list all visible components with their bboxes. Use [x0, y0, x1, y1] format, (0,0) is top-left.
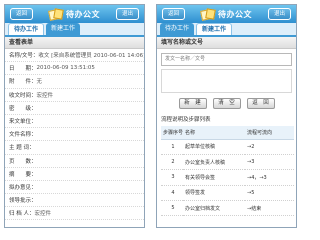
field-label: 附 件： [9, 79, 37, 86]
field-label: 收文时间： [9, 92, 37, 99]
step-next: →4，→3 [245, 169, 294, 186]
section-title: 填写名称或文号 [157, 37, 296, 49]
form-row-sender-unit: 来文单位： [5, 115, 144, 129]
tab-new-work[interactable]: 新建工作 [46, 23, 81, 35]
tab-bar: 待办工作 新建工作 [5, 23, 144, 37]
table-row: 5 办公室归档发文 →结束 [161, 200, 294, 217]
clear-button[interactable]: 清 空 [212, 98, 241, 109]
step-name: 有关领导会签 [183, 169, 245, 186]
table-row: 3 有关领导会签 →4，→3 [161, 169, 294, 186]
step-no: 5 [161, 200, 183, 217]
input-area[interactable] [161, 69, 292, 93]
tab-new-work[interactable]: 新建工作 [196, 23, 233, 35]
form-row-date: 日 期： 2010-06-09 13:51:05 [5, 62, 144, 76]
table-row: 2 办公室负责人核稿 →3 [161, 154, 294, 171]
field-label: 来文单位： [9, 119, 37, 126]
form-row-proposed-opinion: 拟办意见： [5, 181, 144, 195]
form-row-attachment: 附 件：无 [5, 75, 144, 89]
title-bar: 返回 待办公文 退出 [5, 5, 144, 23]
form-row-summary: 摘 要： [5, 168, 144, 181]
page-title: 待办公文 [218, 9, 252, 19]
column-header-name: 名称 [183, 126, 245, 140]
field-label: 摘 要： [9, 171, 37, 178]
title-bar: 返回 待办公文 退出 [157, 5, 296, 23]
field-value: 2010-06-09 13:51:05 [36, 65, 95, 72]
form-row-file-name: 文件名称： [5, 128, 144, 142]
form-row-name: 名称/文号： 收文 [来自系统管理员 2010-06-01 14:06] [5, 49, 144, 63]
return-button[interactable]: 返 回 [246, 98, 275, 109]
exit-button[interactable]: 退出 [115, 8, 139, 20]
table-row: 1 起草单位核稿 →2 [161, 139, 294, 155]
tab-pending-work[interactable]: 待办工作 [160, 23, 195, 35]
back-button[interactable]: 返回 [10, 8, 34, 20]
step-next: →2 [245, 139, 294, 155]
field-value: 宏控件 [34, 211, 52, 218]
step-name: 领导签发 [183, 185, 245, 202]
name-number-input[interactable]: 发文一名称／文号 [161, 53, 292, 66]
field-label: 主 题 词： [9, 145, 35, 152]
field-value: 无 [36, 79, 43, 86]
table-row: 4 领导签发 →5 [161, 185, 294, 202]
field-label: 领导批示： [9, 198, 37, 205]
form-row-subject: 主 题 词： [5, 141, 144, 155]
field-label: 名称/文号： [9, 53, 39, 60]
step-next: →3 [245, 154, 294, 171]
field-label: 归 档 人： [9, 211, 35, 218]
step-no: 2 [161, 154, 183, 171]
action-buttons: 新 建 清 空 返 回 [157, 98, 296, 109]
title-group: 待办公文 [48, 7, 100, 21]
new-button[interactable]: 新 建 [178, 98, 207, 109]
field-value: 宏控件 [36, 92, 54, 99]
field-label: 日 期： [9, 66, 37, 73]
form-row-archiver: 归 档 人： 宏控件 [5, 207, 144, 221]
title-group: 待办公文 [200, 7, 252, 21]
step-name: 办公室归档发文 [183, 200, 245, 217]
form-list: 名称/文号： 收文 [来自系统管理员 2010-06-01 14:06] 日 期：… [5, 49, 144, 221]
back-button[interactable]: 返回 [162, 8, 186, 20]
page-title: 待办公文 [66, 9, 100, 19]
step-name: 办公室负责人核稿 [183, 154, 245, 171]
form-row-pages: 页 数： [5, 155, 144, 168]
step-next: →5 [245, 185, 294, 202]
step-no: 3 [161, 169, 183, 186]
tab-pending-work[interactable]: 待办工作 [8, 23, 45, 35]
documents-icon [200, 7, 216, 21]
form-row-leader-instruction: 领导批示： [5, 194, 144, 208]
step-no: 4 [161, 185, 183, 202]
field-label: 密 级： [9, 105, 37, 112]
field-value: 收文 [来自系统管理员 2010-06-01 14:06] [38, 53, 144, 60]
step-name: 起草单位核稿 [183, 139, 245, 155]
form-row-security-level: 密 级： [5, 102, 144, 115]
field-label: 拟办意见： [9, 184, 37, 191]
steps-table: 步骤序号 名称 流程可流向 1 起草单位核稿 →2 2 办公室负责人核稿 →3 … [161, 126, 294, 217]
column-header-step-no: 步骤序号 [161, 126, 183, 140]
field-label: 页 数： [9, 158, 37, 165]
column-header-next: 流程可流向 [245, 126, 294, 140]
step-no: 1 [161, 139, 183, 155]
field-label: 文件名称： [9, 132, 37, 139]
step-next: →结束 [245, 200, 294, 217]
tab-bar: 待办工作 新建工作 [157, 23, 296, 37]
documents-icon [48, 7, 64, 21]
form-row-receive-time: 收文时间： 宏控件 [5, 89, 144, 102]
exit-button[interactable]: 退出 [267, 8, 291, 20]
table-header-row: 步骤序号 名称 流程可流向 [161, 126, 294, 140]
flow-description-title: 流程说明及步骤列表 [161, 117, 211, 123]
section-title: 查看表单 [5, 37, 144, 49]
right-screen: 返回 待办公文 退出 待办工作 新建工作 填写名称或文号 发文一名称／文号 新 … [156, 4, 297, 228]
left-screen: 返回 待办公文 退出 待办工作 新建工作 查看表单 名称/文号： 收文 [来自系统… [4, 4, 145, 228]
